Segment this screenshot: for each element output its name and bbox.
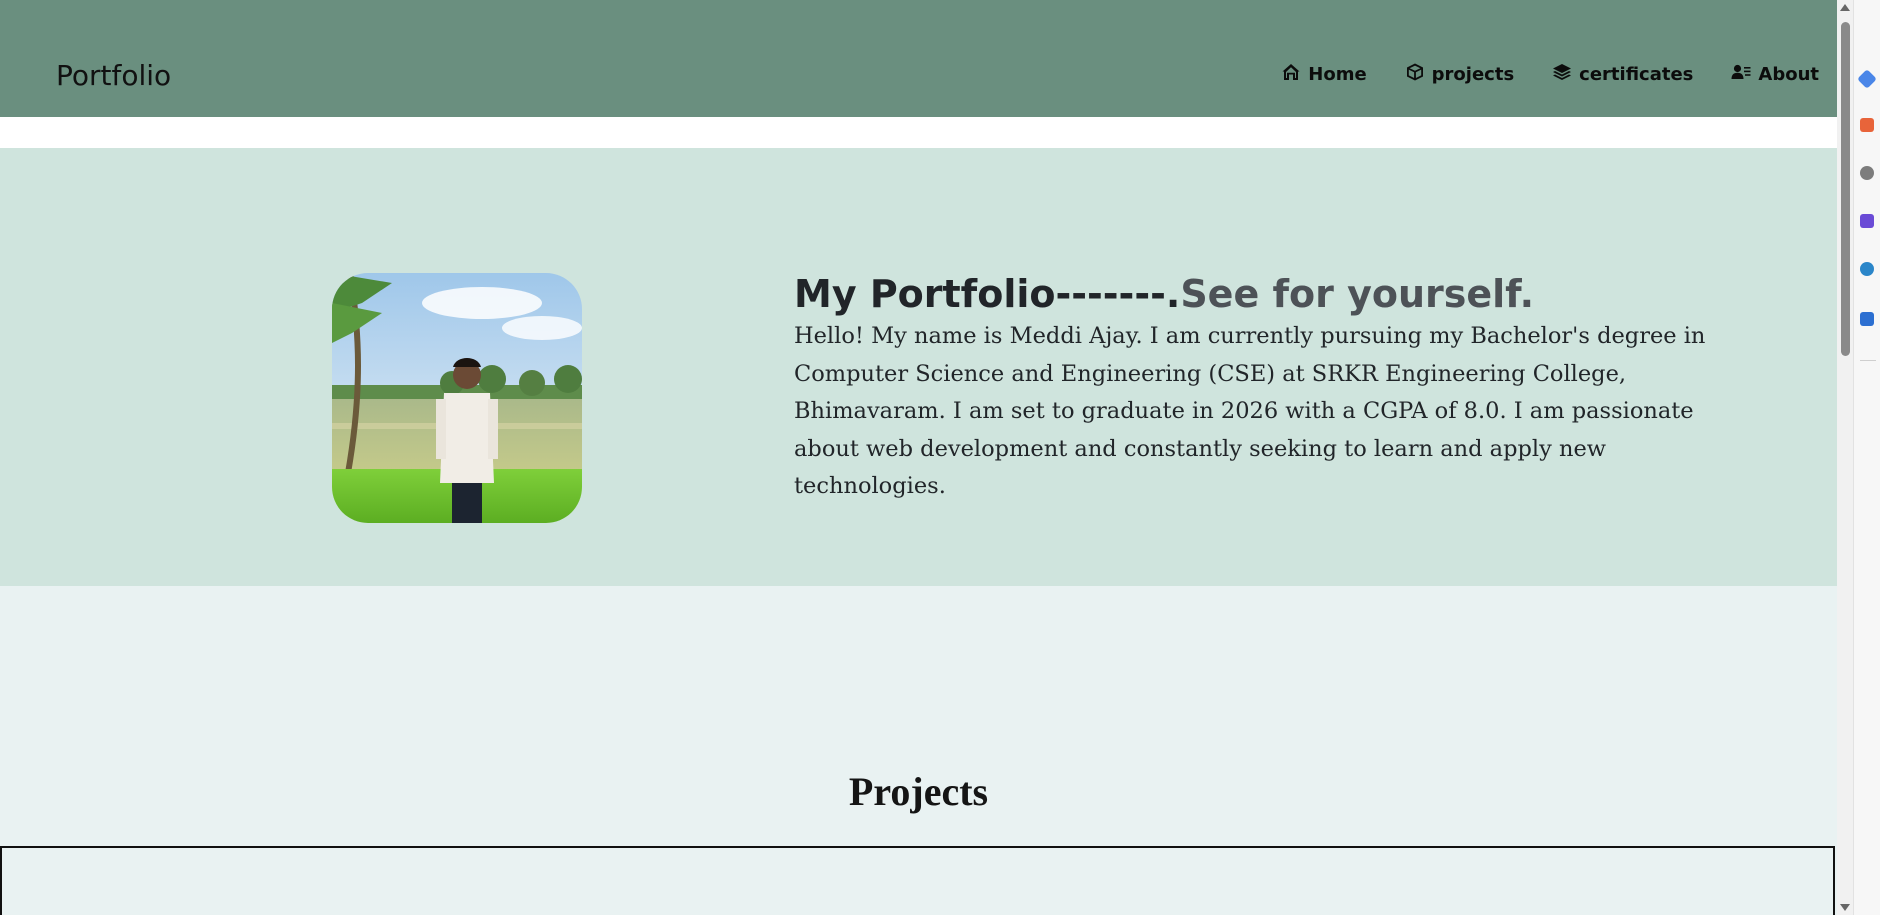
hero-bio: Hello! My name is Meddi Ajay. I am curre… [794,323,1706,499]
nav-link-label: certificates [1579,64,1694,85]
scrollbar-thumb[interactable] [1841,22,1850,356]
projects-container [0,846,1835,915]
nav-link-projects[interactable]: projects [1405,62,1515,87]
home-icon [1281,62,1301,87]
layers-icon [1552,62,1572,87]
scroll-up-icon[interactable] [1840,4,1850,11]
brand-link[interactable]: Portfolio [56,56,171,96]
hero-title-muted: See for yourself. [1180,272,1535,316]
hero-title: My Portfolio-------.See for yourself. [794,270,1754,318]
nav-links: Home projects certificates About [1281,62,1819,87]
vertical-scrollbar[interactable] [1837,0,1853,915]
nav-link-label: About [1758,64,1819,85]
hero-text: My Portfolio-------.See for yourself. He… [794,270,1754,506]
nav-link-certificates[interactable]: certificates [1552,62,1693,87]
page: Portfolio Home projects certificates Abo… [0,0,1837,915]
shopping-icon[interactable] [1860,118,1874,132]
hero-title-main: My Portfolio-------. [794,272,1181,316]
hero-section: My Portfolio-------.See for yourself. He… [0,148,1837,586]
projects-heading: Projects [848,769,989,814]
side-divider [1860,360,1876,361]
cube-icon [1405,62,1425,87]
nav-link-home[interactable]: Home [1281,62,1367,87]
scroll-down-icon[interactable] [1840,904,1850,911]
profile-photo [332,273,582,523]
outlook-icon[interactable] [1860,262,1874,276]
games-icon[interactable] [1860,214,1874,228]
user-list-icon [1731,62,1751,87]
projects-section: Projects [0,586,1837,915]
nav-link-label: Home [1308,64,1367,85]
copilot-icon[interactable] [1857,69,1877,89]
tools-icon[interactable] [1860,166,1874,180]
drop-icon[interactable] [1860,312,1874,326]
browser-side-panel [1853,0,1880,915]
nav-link-about[interactable]: About [1731,62,1819,87]
navbar: Portfolio Home projects certificates Abo… [0,0,1837,117]
nav-link-label: projects [1431,64,1515,85]
